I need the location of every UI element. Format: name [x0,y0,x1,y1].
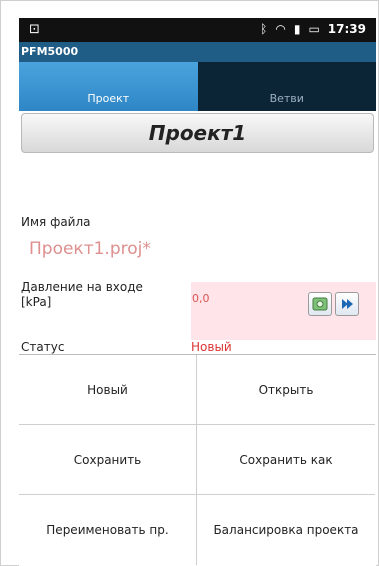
pressure-label-line2: [kPa] [21,295,52,309]
status-bar: ⊡ ᛒ ◠ ▮ ▭ 17:39 [19,18,376,42]
tab-project[interactable]: Проект [19,62,198,111]
tab-branches[interactable]: Ветви [197,62,376,111]
menu-open[interactable]: Открыть [197,355,375,425]
battery-icon: ▭ [308,22,320,36]
menu-new-label: Новый [87,382,128,397]
bluetooth-icon: ᛒ [260,22,268,36]
menu-rename-label: Переименовать пр. [46,523,169,537]
menu-save-as[interactable]: Сохранить как [197,425,375,495]
project-name-button[interactable]: Проект1 [21,113,374,153]
filename-label: Имя файла [21,215,91,229]
menu-new[interactable]: Новый [19,355,197,425]
tab-branches-label: Ветви [269,92,304,105]
app-title-bar: PFM5000 [19,42,376,62]
notification-icon: ⊡ [29,22,40,37]
gauge-icon[interactable] [308,292,332,316]
project-name: Проект1 [148,121,247,145]
wifi-icon: ◠ [275,22,286,36]
status-icons: ᛒ ◠ ▮ ▭ 17:39 [260,22,366,36]
menu-balance[interactable]: Балансировка проекта [197,495,375,565]
tab-bar: Проект Ветви [19,62,376,111]
menu-save[interactable]: Сохранить [19,425,197,495]
status-label: Статус [21,340,65,354]
app-title: PFM5000 [21,45,79,58]
pressure-value[interactable]: 0,0 [192,292,210,305]
status-value: Новый [191,340,232,354]
menu-save-label: Сохранить [73,452,142,467]
menu-rename[interactable]: Переименовать пр. [19,495,197,565]
options-menu: Новый Открыть Сохранить Сохранить как Пе… [19,354,376,566]
pressure-label-line1: Давление на входе [21,280,143,294]
signal-icon: ▮ [293,22,301,36]
menu-balance-label: Балансировка проекта [213,523,359,537]
phone-screen: ⊡ ᛒ ◠ ▮ ▭ 17:39 PFM5000 Проект Ветви Про… [19,18,376,566]
status-time: 17:39 [327,22,366,36]
pressure-label: Давление на входе [kPa] [21,280,143,310]
next-icon[interactable] [335,292,359,316]
filename-value: Проект1.proj* [29,239,151,259]
tab-project-label: Проект [87,92,130,105]
menu-save-as-label: Сохранить как [239,452,333,467]
menu-open-label: Открыть [258,382,314,397]
